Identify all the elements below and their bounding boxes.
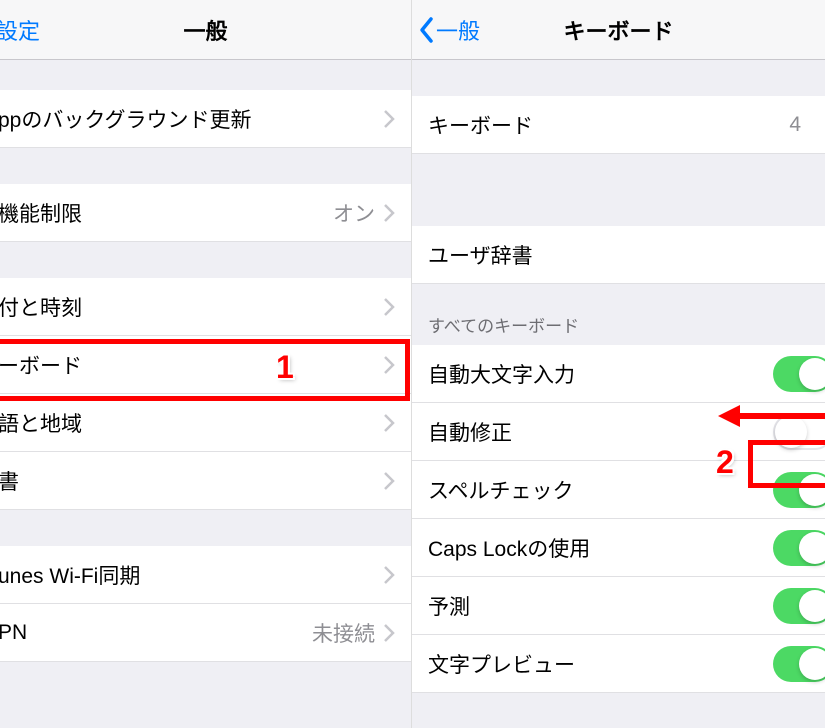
row-label: ppのバックグラウンド更新 [0,104,383,134]
row-label: 機能制限 [0,198,333,228]
toggle-spell-check[interactable] [773,472,825,508]
section-gap [412,154,825,226]
row-label: 予測 [428,591,773,621]
row-predictive: 予測 [412,577,825,635]
section-gap [412,60,825,96]
toggle-char-preview[interactable] [773,646,825,682]
row-label: 自動大文字入力 [428,359,773,389]
row-dictionary[interactable]: 書 [0,452,411,510]
row-restrictions[interactable]: 機能制限 オン [0,184,411,242]
section-header: すべてのキーボード [412,284,825,345]
row-language-region[interactable]: 語と地域 [0,394,411,452]
nav-title: 一般 [183,14,227,46]
nav-title: キーボード [563,14,673,46]
toggle-knob [799,590,825,622]
row-date-time[interactable]: 付と時刻 [0,278,411,336]
chevron-right-icon [383,297,395,317]
row-keyboards[interactable]: キーボード 4 [412,96,825,154]
annotation-number-1: 1 [276,349,294,386]
nav-back-button[interactable]: 設定 [0,14,40,46]
row-value: 未接続 [312,618,375,648]
toggle-knob [799,532,825,564]
toggle-knob [799,474,825,506]
row-label: キーボード [428,110,789,140]
screen-keyboard: 一般 キーボード キーボード 4 ユーザ辞書 すべてのキーボード 自動大文字入力… [412,0,825,728]
annotation-number-2: 2 [716,444,734,481]
chevron-right-icon [383,203,395,223]
row-caps-lock: Caps Lockの使用 [412,519,825,577]
section-gap [0,60,411,90]
nav-bar: 一般 キーボード [412,0,825,60]
section-gap [0,510,411,546]
row-label: Caps Lockの使用 [428,533,773,563]
row-label: PN [0,621,312,645]
chevron-right-icon [383,471,395,491]
toggle-knob [799,358,825,390]
row-label: ユーザ辞書 [428,240,809,270]
row-spell-check: スペルチェック [412,461,825,519]
screen-general: 設定 一般 ppのバックグラウンド更新 機能制限 オン 付と時刻 ーボード 語と… [0,0,412,728]
row-label: ーボード [0,350,383,380]
toggle-caps-lock[interactable] [773,530,825,566]
row-keyboard[interactable]: ーボード [0,336,411,394]
row-label: 書 [0,466,383,496]
toggle-auto-caps[interactable] [773,356,825,392]
row-label: unes Wi-Fi同期 [0,560,383,590]
row-label: 語と地域 [0,408,383,438]
row-itunes-wifi[interactable]: unes Wi-Fi同期 [0,546,411,604]
chevron-right-icon [383,413,395,433]
row-bg-refresh[interactable]: ppのバックグラウンド更新 [0,90,411,148]
row-user-dictionary[interactable]: ユーザ辞書 [412,226,825,284]
annotation-arrow-icon [718,402,825,430]
toggle-knob [799,648,825,680]
chevron-right-icon [383,109,395,129]
row-vpn[interactable]: PN 未接続 [0,604,411,662]
section-gap [0,148,411,184]
chevron-right-icon [383,623,395,643]
chevron-right-icon [383,565,395,585]
nav-back-label: 設定 [0,14,40,46]
chevron-right-icon [383,355,395,375]
nav-back-button[interactable]: 一般 [418,14,480,46]
toggle-predictive[interactable] [773,588,825,624]
row-value: 4 [789,113,801,137]
row-auto-caps: 自動大文字入力 [412,345,825,403]
row-char-preview: 文字プレビュー [412,635,825,693]
nav-back-label: 一般 [436,14,480,46]
chevron-left-icon [418,16,436,44]
row-label: 付と時刻 [0,292,383,322]
nav-bar: 設定 一般 [0,0,411,60]
row-value: オン [333,198,375,228]
row-label: 文字プレビュー [428,649,773,679]
section-gap [0,242,411,278]
